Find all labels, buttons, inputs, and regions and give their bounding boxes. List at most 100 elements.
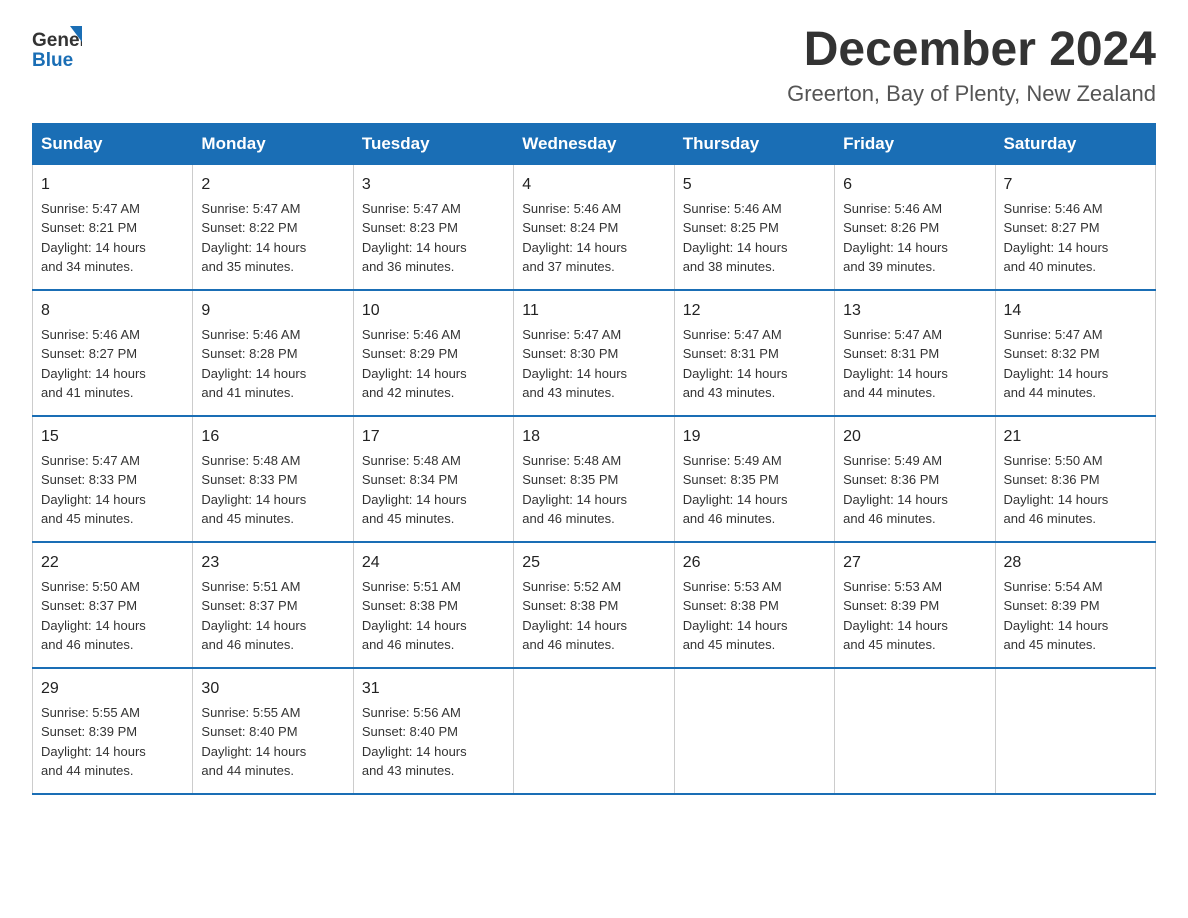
day-number: 11 [522, 299, 665, 323]
day-number: 19 [683, 425, 826, 449]
day-number: 1 [41, 173, 184, 197]
day-number: 22 [41, 551, 184, 575]
col-wednesday: Wednesday [514, 123, 674, 164]
calendar-cell: 28Sunrise: 5:54 AMSunset: 8:39 PMDayligh… [995, 542, 1155, 668]
calendar-cell [835, 668, 995, 794]
day-info: Sunrise: 5:46 AMSunset: 8:27 PMDaylight:… [1004, 201, 1109, 275]
day-info: Sunrise: 5:50 AMSunset: 8:37 PMDaylight:… [41, 579, 146, 653]
day-info: Sunrise: 5:55 AMSunset: 8:40 PMDaylight:… [201, 705, 306, 779]
calendar-week-4: 22 Sunrise: 5:50 AMSunset: 8:37 PMDayligh… [33, 542, 1156, 668]
day-info: Sunrise: 5:51 AMSunset: 8:37 PMDaylight:… [201, 579, 306, 653]
calendar-cell: 10Sunrise: 5:46 AMSunset: 8:29 PMDayligh… [353, 290, 513, 416]
calendar-cell: 18 Sunrise: 5:48 AMSunset: 8:35 PMDayligh… [514, 416, 674, 542]
calendar-cell: 19 Sunrise: 5:49 AMSunset: 8:35 PMDayligh… [674, 416, 834, 542]
page-title: December 2024 [787, 24, 1156, 77]
calendar-cell: 7 Sunrise: 5:46 AMSunset: 8:27 PMDaylight… [995, 164, 1155, 290]
title-block: December 2024 Greerton, Bay of Plenty, N… [787, 24, 1156, 107]
calendar-cell: 3Sunrise: 5:47 AMSunset: 8:23 PMDaylight… [353, 164, 513, 290]
day-number: 4 [522, 173, 665, 197]
day-number: 3 [362, 173, 505, 197]
day-info: Sunrise: 5:47 AMSunset: 8:32 PMDaylight:… [1004, 327, 1109, 401]
day-info: Sunrise: 5:48 AMSunset: 8:34 PMDaylight:… [362, 453, 467, 527]
day-number: 28 [1004, 551, 1147, 575]
day-number: 31 [362, 677, 505, 701]
calendar-header: Sunday Monday Tuesday Wednesday Thursday… [33, 123, 1156, 164]
calendar-cell: 15 Sunrise: 5:47 AMSunset: 8:33 PMDayligh… [33, 416, 193, 542]
day-info: Sunrise: 5:47 AMSunset: 8:30 PMDaylight:… [522, 327, 627, 401]
day-number: 21 [1004, 425, 1147, 449]
day-info: Sunrise: 5:51 AMSunset: 8:38 PMDaylight:… [362, 579, 467, 653]
day-number: 26 [683, 551, 826, 575]
day-number: 17 [362, 425, 505, 449]
day-number: 2 [201, 173, 344, 197]
day-info: Sunrise: 5:48 AMSunset: 8:35 PMDaylight:… [522, 453, 627, 527]
calendar-cell: 9 Sunrise: 5:46 AMSunset: 8:28 PMDaylight… [193, 290, 353, 416]
day-info: Sunrise: 5:53 AMSunset: 8:39 PMDaylight:… [843, 579, 948, 653]
calendar-cell: 11 Sunrise: 5:47 AMSunset: 8:30 PMDayligh… [514, 290, 674, 416]
day-info: Sunrise: 5:55 AMSunset: 8:39 PMDaylight:… [41, 705, 146, 779]
calendar-week-2: 8 Sunrise: 5:46 AMSunset: 8:27 PMDaylight… [33, 290, 1156, 416]
calendar-cell: 23Sunrise: 5:51 AMSunset: 8:37 PMDayligh… [193, 542, 353, 668]
calendar-cell: 22 Sunrise: 5:50 AMSunset: 8:37 PMDayligh… [33, 542, 193, 668]
svg-text:Blue: Blue [32, 50, 73, 69]
calendar-cell: 5 Sunrise: 5:46 AMSunset: 8:25 PMDaylight… [674, 164, 834, 290]
day-number: 12 [683, 299, 826, 323]
day-number: 7 [1004, 173, 1147, 197]
day-number: 14 [1004, 299, 1147, 323]
day-number: 18 [522, 425, 665, 449]
calendar-cell: 2Sunrise: 5:47 AMSunset: 8:22 PMDaylight… [193, 164, 353, 290]
calendar-cell: 27 Sunrise: 5:53 AMSunset: 8:39 PMDayligh… [835, 542, 995, 668]
page-subtitle: Greerton, Bay of Plenty, New Zealand [787, 81, 1156, 107]
col-thursday: Thursday [674, 123, 834, 164]
day-info: Sunrise: 5:46 AMSunset: 8:24 PMDaylight:… [522, 201, 627, 275]
day-info: Sunrise: 5:46 AMSunset: 8:26 PMDaylight:… [843, 201, 948, 275]
day-number: 24 [362, 551, 505, 575]
day-info: Sunrise: 5:47 AMSunset: 8:21 PMDaylight:… [41, 201, 146, 275]
calendar-cell: 30 Sunrise: 5:55 AMSunset: 8:40 PMDayligh… [193, 668, 353, 794]
day-number: 29 [41, 677, 184, 701]
calendar-cell [674, 668, 834, 794]
calendar-cell: 13 Sunrise: 5:47 AMSunset: 8:31 PMDayligh… [835, 290, 995, 416]
calendar-body: 1 Sunrise: 5:47 AMSunset: 8:21 PMDaylight… [33, 164, 1156, 794]
col-sunday: Sunday [33, 123, 193, 164]
day-number: 27 [843, 551, 986, 575]
day-info: Sunrise: 5:46 AMSunset: 8:27 PMDaylight:… [41, 327, 146, 401]
calendar-week-3: 15 Sunrise: 5:47 AMSunset: 8:33 PMDayligh… [33, 416, 1156, 542]
day-number: 13 [843, 299, 986, 323]
calendar-cell: 20Sunrise: 5:49 AMSunset: 8:36 PMDayligh… [835, 416, 995, 542]
col-monday: Monday [193, 123, 353, 164]
calendar-cell: 21 Sunrise: 5:50 AMSunset: 8:36 PMDayligh… [995, 416, 1155, 542]
calendar-cell: 31 Sunrise: 5:56 AMSunset: 8:40 PMDayligh… [353, 668, 513, 794]
calendar-cell [514, 668, 674, 794]
day-info: Sunrise: 5:50 AMSunset: 8:36 PMDaylight:… [1004, 453, 1109, 527]
header-row: Sunday Monday Tuesday Wednesday Thursday… [33, 123, 1156, 164]
day-info: Sunrise: 5:46 AMSunset: 8:25 PMDaylight:… [683, 201, 788, 275]
day-info: Sunrise: 5:56 AMSunset: 8:40 PMDaylight:… [362, 705, 467, 779]
col-tuesday: Tuesday [353, 123, 513, 164]
day-number: 25 [522, 551, 665, 575]
day-info: Sunrise: 5:52 AMSunset: 8:38 PMDaylight:… [522, 579, 627, 653]
calendar-cell: 6Sunrise: 5:46 AMSunset: 8:26 PMDaylight… [835, 164, 995, 290]
calendar-cell: 17 Sunrise: 5:48 AMSunset: 8:34 PMDayligh… [353, 416, 513, 542]
day-info: Sunrise: 5:49 AMSunset: 8:35 PMDaylight:… [683, 453, 788, 527]
day-info: Sunrise: 5:46 AMSunset: 8:28 PMDaylight:… [201, 327, 306, 401]
day-info: Sunrise: 5:47 AMSunset: 8:33 PMDaylight:… [41, 453, 146, 527]
page-header: General Blue December 2024 Greerton, Bay… [32, 24, 1156, 107]
logo: General Blue [32, 24, 84, 69]
day-number: 8 [41, 299, 184, 323]
logo-icon: General Blue [32, 24, 82, 69]
day-number: 9 [201, 299, 344, 323]
day-number: 5 [683, 173, 826, 197]
calendar-week-1: 1 Sunrise: 5:47 AMSunset: 8:21 PMDaylight… [33, 164, 1156, 290]
day-info: Sunrise: 5:47 AMSunset: 8:31 PMDaylight:… [843, 327, 948, 401]
col-saturday: Saturday [995, 123, 1155, 164]
day-number: 15 [41, 425, 184, 449]
calendar-cell: 25 Sunrise: 5:52 AMSunset: 8:38 PMDayligh… [514, 542, 674, 668]
calendar-week-5: 29 Sunrise: 5:55 AMSunset: 8:39 PMDayligh… [33, 668, 1156, 794]
day-info: Sunrise: 5:49 AMSunset: 8:36 PMDaylight:… [843, 453, 948, 527]
day-info: Sunrise: 5:47 AMSunset: 8:31 PMDaylight:… [683, 327, 788, 401]
day-number: 30 [201, 677, 344, 701]
calendar-cell: 12 Sunrise: 5:47 AMSunset: 8:31 PMDayligh… [674, 290, 834, 416]
day-number: 16 [201, 425, 344, 449]
day-number: 10 [362, 299, 505, 323]
